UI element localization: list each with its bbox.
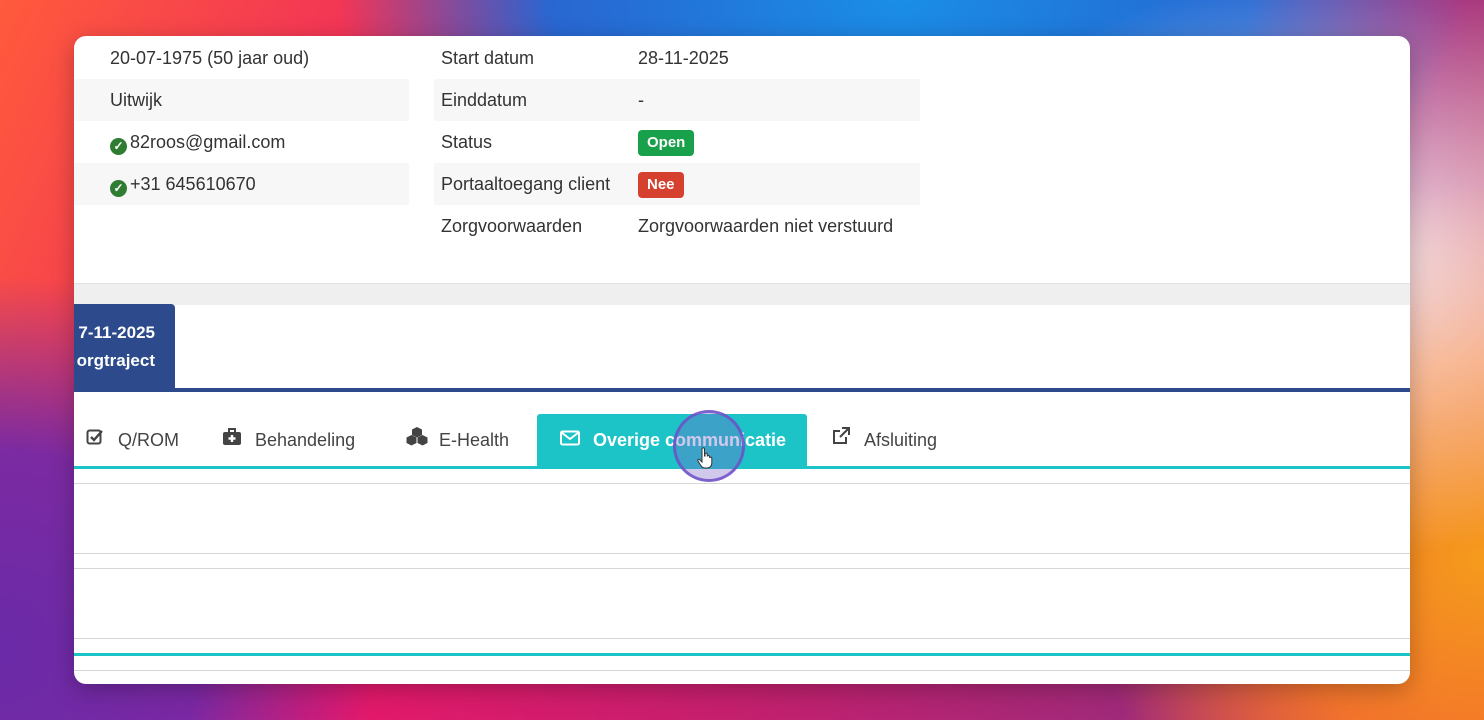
- start-date-value: 28-11-2025: [638, 48, 729, 68]
- client-email-row: ✓ 82roos@gmail.com: [110, 131, 285, 155]
- portal-access-label: Portaaltoegang client: [441, 174, 611, 194]
- verified-check-icon: ✓: [110, 180, 127, 197]
- tabs-underline: [74, 466, 1410, 469]
- status-label: Status: [441, 132, 493, 152]
- cubes-icon: [405, 415, 428, 467]
- content-divider: [74, 670, 1410, 671]
- tab-afsluiting[interactable]: Afsluiting: [830, 414, 937, 466]
- content-divider: [74, 568, 1410, 569]
- care-conditions-value: Zorgvoorwaarden niet verstuurd: [638, 216, 894, 236]
- tab-behandeling[interactable]: Behandeling: [221, 414, 355, 466]
- checkbox-icon: [84, 415, 106, 467]
- tab-ehealth[interactable]: E-Health: [405, 414, 509, 466]
- tab-qrom-label: Q/ROM: [118, 430, 179, 450]
- tab-ehealth-label: E-Health: [439, 430, 510, 450]
- content-divider: [74, 483, 1410, 484]
- tab-behandeling-label: Behandeling: [255, 430, 356, 450]
- pointer-hand-icon: [697, 447, 713, 475]
- medkit-icon: [221, 415, 243, 467]
- content-divider: [74, 553, 1410, 554]
- status-badge: Open: [638, 130, 695, 156]
- section-divider: [74, 283, 1410, 305]
- portal-access-badge: Nee: [638, 172, 684, 198]
- trajectory-tab-label: orgtraject: [76, 351, 155, 370]
- end-date-label: Einddatum: [441, 90, 528, 110]
- tab-overige-communicatie[interactable]: Overige communicatie: [537, 414, 808, 467]
- client-email: 82roos@gmail.com: [130, 132, 286, 152]
- client-phone-row: ✓ +31 645610670: [110, 173, 256, 197]
- start-date-label: Start datum: [441, 48, 535, 68]
- trajectory-tab-date: 7-11-2025: [78, 323, 155, 342]
- tab-qrom[interactable]: Q/ROM: [84, 414, 179, 466]
- client-city: Uitwijk: [110, 90, 162, 110]
- trajectory-tab[interactable]: 7-11-2025 orgtraject: [74, 304, 175, 388]
- client-phone: +31 645610670: [130, 174, 256, 194]
- client-birthdate: 20-07-1975 (50 jaar oud): [110, 48, 310, 68]
- app-window: 20-07-1975 (50 jaar oud) Uitwijk ✓ 82roos…: [74, 36, 1410, 684]
- content-bottom-line: [74, 653, 1410, 656]
- trajectory-tab-underline: [74, 388, 1410, 392]
- end-date-value: -: [638, 90, 644, 110]
- care-conditions-label: Zorgvoorwaarden: [441, 216, 583, 236]
- external-link-icon: [830, 415, 852, 467]
- tab-afsluiting-label: Afsluiting: [864, 430, 938, 450]
- envelope-icon: [559, 415, 581, 467]
- content-divider: [74, 638, 1410, 639]
- verified-check-icon: ✓: [110, 138, 127, 155]
